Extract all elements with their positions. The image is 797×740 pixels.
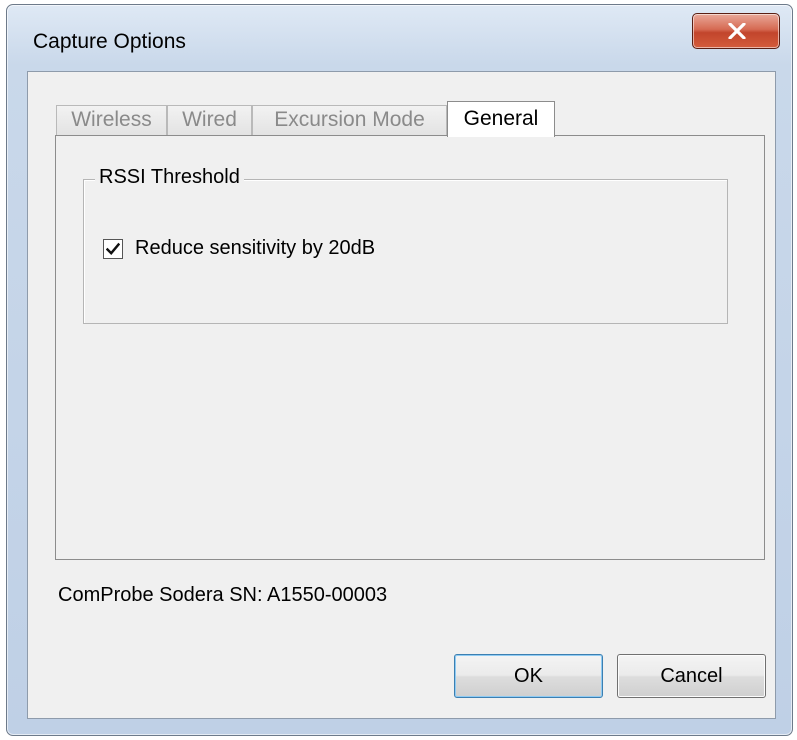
rssi-threshold-group: RSSI Threshold Reduce sensitivity by 20d… (83, 166, 728, 324)
tab-wired[interactable]: Wired (167, 105, 252, 135)
close-button[interactable] (692, 13, 780, 49)
reduce-sensitivity-checkbox[interactable] (103, 239, 123, 259)
window-title: Capture Options (33, 30, 186, 53)
reduce-sensitivity-label: Reduce sensitivity by 20dB (135, 237, 376, 259)
tab-wireless[interactable]: Wireless (56, 105, 167, 135)
tab-panel-general: RSSI Threshold Reduce sensitivity by 20d… (55, 135, 765, 560)
tab-excursion-mode[interactable]: Excursion Mode (252, 105, 447, 135)
ok-button[interactable]: OK (454, 654, 603, 698)
dialog-window: Capture Options Wireless Wired Excursion… (6, 4, 793, 736)
cancel-button[interactable]: Cancel (617, 654, 766, 698)
tab-general[interactable]: General (447, 101, 555, 137)
close-icon (728, 23, 746, 39)
device-serial-number: ComProbe Sodera SN: A1550-00003 (58, 584, 388, 606)
dialog-client-area: Wireless Wired Excursion Mode General RS… (27, 71, 776, 719)
checkmark-icon (106, 242, 120, 255)
rssi-threshold-label: RSSI Threshold (95, 166, 244, 189)
title-bar[interactable]: Capture Options (7, 5, 792, 71)
